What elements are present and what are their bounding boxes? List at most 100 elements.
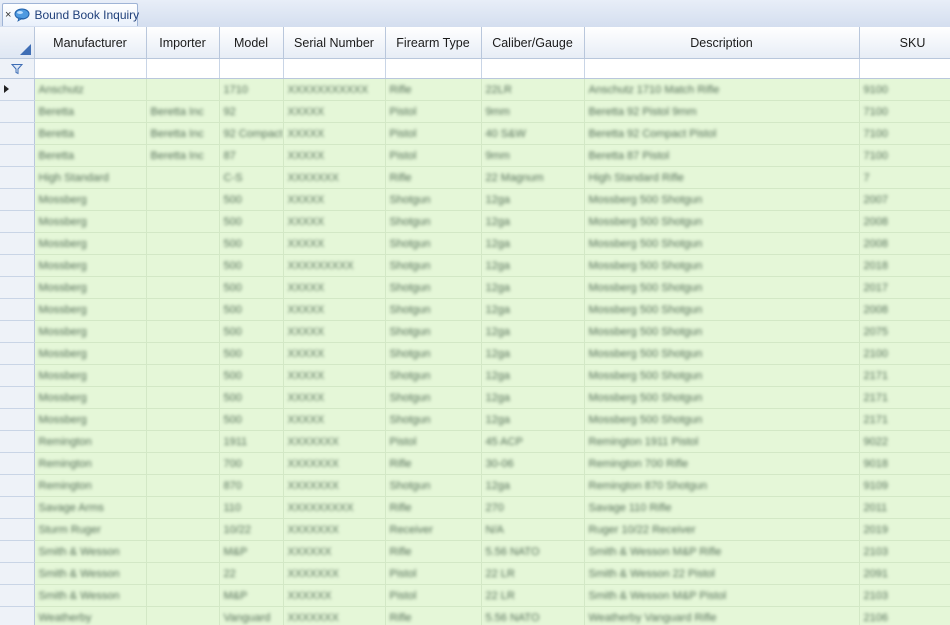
cell-description[interactable]: Mossberg 500 Shotgun	[584, 276, 860, 299]
cell-description[interactable]: Mossberg 500 Shotgun	[584, 386, 860, 409]
cell-sku[interactable]: 7100	[859, 122, 950, 145]
cell-firearm-type[interactable]: Shotgun	[385, 210, 482, 233]
cell-caliber-gauge[interactable]: 12ga	[481, 188, 585, 211]
cell-firearm-type[interactable]: Shotgun	[385, 298, 482, 321]
table-row[interactable]: Smith & Wesson M&P XXXXXX Rifle 5.56 NATO Smi…	[0, 540, 950, 563]
cell-model[interactable]: 500	[219, 232, 284, 255]
cell-firearm-type[interactable]: Rifle	[385, 540, 482, 563]
cell-description[interactable]: Anschutz 1710 Match Rifle	[584, 78, 860, 101]
cell-firearm-type[interactable]: Shotgun	[385, 320, 482, 343]
cell-firearm-type[interactable]: Shotgun	[385, 276, 482, 299]
cell-importer[interactable]	[146, 430, 220, 453]
cell-model[interactable]: 1710	[219, 78, 284, 101]
cell-sku[interactable]: 2171	[859, 386, 950, 409]
cell-manufacturer[interactable]: Mossberg	[34, 298, 147, 321]
cell-serial-number[interactable]: XXXXX	[283, 298, 386, 321]
cell-sku[interactable]: 2008	[859, 298, 950, 321]
cell-caliber-gauge[interactable]: 9mm	[481, 144, 585, 167]
row-indicator[interactable]	[0, 606, 35, 625]
cell-description[interactable]: Savage 110 Rifle	[584, 496, 860, 519]
cell-manufacturer[interactable]: Savage Arms	[34, 496, 147, 519]
cell-caliber-gauge[interactable]: 12ga	[481, 474, 585, 497]
cell-firearm-type[interactable]: Shotgun	[385, 188, 482, 211]
cell-description[interactable]: Weatherby Vanguard Rifle	[584, 606, 860, 625]
cell-caliber-gauge[interactable]: N/A	[481, 518, 585, 541]
cell-description[interactable]: Smith & Wesson 22 Pistol	[584, 562, 860, 585]
filter-cell-firearm-type[interactable]	[385, 58, 482, 79]
cell-importer[interactable]	[146, 386, 220, 409]
cell-manufacturer[interactable]: Mossberg	[34, 342, 147, 365]
table-row[interactable]: Weatherby Vanguard XXXXXXX Rifle 5.56 NATO We…	[0, 606, 950, 625]
column-header-serial-number[interactable]: Serial Number	[283, 27, 386, 59]
cell-sku[interactable]: 2103	[859, 540, 950, 563]
cell-firearm-type[interactable]: Receiver	[385, 518, 482, 541]
cell-model[interactable]: 500	[219, 276, 284, 299]
cell-model[interactable]: 10/22	[219, 518, 284, 541]
cell-caliber-gauge[interactable]: 22 LR	[481, 562, 585, 585]
row-indicator[interactable]	[0, 122, 35, 145]
table-row[interactable]: Remington 700 XXXXXXX Rifle 30-06 Remington 7…	[0, 452, 950, 475]
cell-sku[interactable]: 2007	[859, 188, 950, 211]
cell-serial-number[interactable]: XXXXXX	[283, 584, 386, 607]
cell-sku[interactable]: 9109	[859, 474, 950, 497]
cell-manufacturer[interactable]: High Standard	[34, 166, 147, 189]
cell-caliber-gauge[interactable]: 40 S&W	[481, 122, 585, 145]
row-indicator[interactable]	[0, 276, 35, 299]
cell-model[interactable]: 500	[219, 320, 284, 343]
cell-description[interactable]: Smith & Wesson M&P Rifle	[584, 540, 860, 563]
cell-firearm-type[interactable]: Shotgun	[385, 386, 482, 409]
cell-caliber-gauge[interactable]: 22 Magnum	[481, 166, 585, 189]
cell-serial-number[interactable]: XXXXX	[283, 276, 386, 299]
cell-serial-number[interactable]: XXXXX	[283, 210, 386, 233]
cell-description[interactable]: Mossberg 500 Shotgun	[584, 254, 860, 277]
row-indicator[interactable]	[0, 430, 35, 453]
table-row[interactable]: Smith & Wesson 22 XXXXXXX Pistol 22 LR Smith …	[0, 562, 950, 585]
cell-importer[interactable]: Beretta Inc	[146, 100, 220, 123]
cell-model[interactable]: 500	[219, 210, 284, 233]
cell-sku[interactable]: 2103	[859, 584, 950, 607]
cell-importer[interactable]	[146, 78, 220, 101]
cell-model[interactable]: 500	[219, 386, 284, 409]
cell-model[interactable]: 500	[219, 298, 284, 321]
filter-cell-serial-number[interactable]	[283, 58, 386, 79]
cell-sku[interactable]: 9022	[859, 430, 950, 453]
cell-model[interactable]: C-S	[219, 166, 284, 189]
row-indicator[interactable]	[0, 188, 35, 211]
cell-caliber-gauge[interactable]: 12ga	[481, 232, 585, 255]
cell-caliber-gauge[interactable]: 12ga	[481, 276, 585, 299]
cell-sku[interactable]: 2106	[859, 606, 950, 625]
cell-model[interactable]: 870	[219, 474, 284, 497]
table-row[interactable]: Mossberg 500 XXXXX Shotgun 12ga Mossberg 500 …	[0, 188, 950, 211]
cell-importer[interactable]	[146, 518, 220, 541]
table-row[interactable]: High Standard C-S XXXXXXX Rifle 22 Magnum Hig…	[0, 166, 950, 189]
table-row[interactable]: Mossberg 500 XXXXX Shotgun 12ga Mossberg 500 …	[0, 320, 950, 343]
cell-manufacturer[interactable]: Mossberg	[34, 364, 147, 387]
column-header-manufacturer[interactable]: Manufacturer	[34, 27, 147, 59]
cell-importer[interactable]	[146, 364, 220, 387]
close-icon[interactable]: ×	[5, 9, 11, 21]
cell-sku[interactable]: 7100	[859, 100, 950, 123]
cell-serial-number[interactable]: XXXXX	[283, 188, 386, 211]
cell-caliber-gauge[interactable]: 12ga	[481, 254, 585, 277]
column-header-description[interactable]: Description	[584, 27, 860, 59]
cell-serial-number[interactable]: XXXXXXX	[283, 562, 386, 585]
cell-importer[interactable]	[146, 562, 220, 585]
cell-model[interactable]: Vanguard	[219, 606, 284, 625]
cell-manufacturer[interactable]: Beretta	[34, 144, 147, 167]
cell-caliber-gauge[interactable]: 12ga	[481, 210, 585, 233]
table-row[interactable]: Mossberg 500 XXXXX Shotgun 12ga Mossberg 500 …	[0, 342, 950, 365]
cell-caliber-gauge[interactable]: 45 ACP	[481, 430, 585, 453]
cell-importer[interactable]	[146, 276, 220, 299]
row-indicator[interactable]	[0, 78, 35, 101]
row-indicator[interactable]	[0, 320, 35, 343]
cell-caliber-gauge[interactable]: 12ga	[481, 298, 585, 321]
cell-sku[interactable]: 2019	[859, 518, 950, 541]
cell-sku[interactable]: 2100	[859, 342, 950, 365]
table-row[interactable]: Mossberg 500 XXXXX Shotgun 12ga Mossberg 500 …	[0, 232, 950, 255]
cell-sku[interactable]: 2171	[859, 408, 950, 431]
filter-cell-caliber-gauge[interactable]	[481, 58, 585, 79]
cell-manufacturer[interactable]: Weatherby	[34, 606, 147, 625]
cell-manufacturer[interactable]: Mossberg	[34, 254, 147, 277]
cell-firearm-type[interactable]: Pistol	[385, 144, 482, 167]
cell-manufacturer[interactable]: Smith & Wesson	[34, 562, 147, 585]
